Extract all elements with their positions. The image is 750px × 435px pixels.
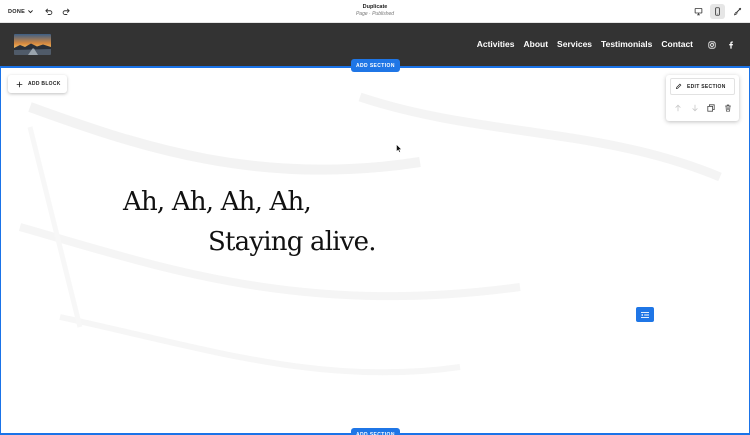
add-block-label: ADD BLOCK xyxy=(28,81,61,87)
nav-item-testimonials[interactable]: Testimonials xyxy=(601,39,652,49)
nav-item-about[interactable]: About xyxy=(524,39,549,49)
move-section-down-button[interactable] xyxy=(690,103,700,113)
add-section-button-bottom[interactable]: ADD SECTION xyxy=(351,428,400,435)
nav-item-activities[interactable]: Activities xyxy=(477,39,515,49)
redo-icon xyxy=(62,8,70,15)
redo-button[interactable] xyxy=(61,6,72,17)
headline-line-1[interactable]: Ah, Ah, Ah, Ah, xyxy=(123,187,312,217)
arrow-up-icon xyxy=(675,104,681,112)
logo-image xyxy=(14,34,51,55)
nav-item-contact[interactable]: Contact xyxy=(661,39,693,49)
duplicate-icon xyxy=(707,104,715,112)
add-section-button-top[interactable]: ADD SECTION xyxy=(351,59,400,72)
brush-icon xyxy=(733,7,742,16)
mobile-icon xyxy=(715,7,720,16)
nav-item-services[interactable]: Services xyxy=(557,39,592,49)
instagram-icon xyxy=(707,40,716,49)
desktop-view-button[interactable] xyxy=(691,4,706,19)
mobile-view-button[interactable] xyxy=(710,4,725,19)
instagram-link[interactable] xyxy=(707,40,716,49)
plus-icon xyxy=(16,81,23,87)
facebook-icon xyxy=(728,40,733,49)
duplicate-section-button[interactable] xyxy=(706,103,716,113)
page-info: Duplicate Page · Published xyxy=(0,4,750,18)
undo-icon xyxy=(45,8,53,15)
trash-icon xyxy=(725,104,731,112)
add-block-button[interactable]: ADD BLOCK xyxy=(8,75,67,93)
pencil-icon xyxy=(675,83,682,90)
done-button[interactable]: DONE xyxy=(8,6,34,17)
edit-section-label: EDIT SECTION xyxy=(687,83,726,90)
arrow-down-icon xyxy=(692,104,698,112)
edit-section-button[interactable]: EDIT SECTION xyxy=(670,78,735,95)
site-logo[interactable] xyxy=(14,34,51,55)
headline-line-2[interactable]: Staying alive. xyxy=(208,227,377,257)
delete-section-button[interactable] xyxy=(723,103,733,113)
facebook-link[interactable] xyxy=(726,40,735,49)
done-label: DONE xyxy=(8,8,26,15)
block-settings-button[interactable] xyxy=(636,307,654,322)
site-styles-button[interactable] xyxy=(730,4,745,19)
block-settings-icon xyxy=(641,311,649,318)
undo-button[interactable] xyxy=(43,6,54,17)
page-status: Page · Published xyxy=(355,11,395,17)
page-name: Duplicate xyxy=(362,4,388,10)
move-section-up-button[interactable] xyxy=(673,103,683,113)
site-navigation: Activities About Services Testimonials C… xyxy=(477,39,693,49)
editor-toolbar: DONE Duplicate Page · Published xyxy=(0,0,750,23)
section-toolbar: EDIT SECTION xyxy=(666,75,739,121)
desktop-icon xyxy=(694,8,703,16)
chevron-down-icon xyxy=(28,10,34,14)
